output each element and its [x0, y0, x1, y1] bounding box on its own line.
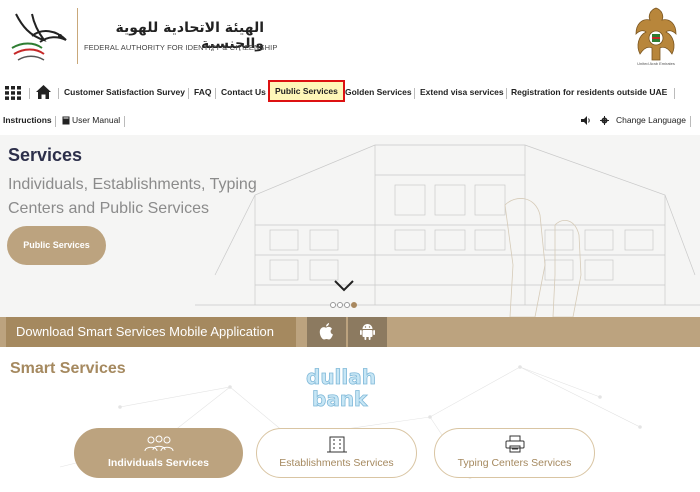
people-icon	[144, 435, 173, 452]
emblem-caption: United Arab Emirates	[637, 61, 675, 66]
nav-separator	[124, 116, 125, 127]
home-icon[interactable]	[35, 84, 52, 100]
nav-golden-services[interactable]: Golden Services	[345, 87, 412, 97]
printer-icon	[505, 435, 524, 453]
slide-dot[interactable]	[344, 302, 350, 308]
nav-contact-us[interactable]: Contact Us	[221, 87, 266, 97]
typing-centers-services-button[interactable]: Typing Centers Services	[434, 428, 595, 478]
nav-customer-satisfaction-survey[interactable]: Customer Satisfaction Survey	[64, 87, 185, 97]
individuals-services-button[interactable]: Individuals Services	[74, 428, 243, 478]
nav-instructions[interactable]: Instructions	[3, 115, 52, 125]
smart-services-section: Smart Services dullah bank Individuals S…	[0, 347, 700, 492]
nav-faq[interactable]: FAQ	[194, 87, 211, 97]
nav-separator	[29, 88, 30, 99]
establishments-services-button[interactable]: Establishments Services	[256, 428, 417, 478]
app-store-button[interactable]	[307, 317, 346, 347]
nav-separator	[506, 88, 507, 99]
chevron-down-icon[interactable]	[334, 280, 354, 292]
slide-dot[interactable]	[330, 302, 336, 308]
hero-banner: Services Individuals, Establishments, Ty…	[0, 135, 700, 317]
nav-separator	[215, 88, 216, 99]
nav-separator	[674, 88, 675, 99]
android-icon	[360, 324, 375, 340]
nav-separator	[414, 88, 415, 99]
primary-nav: Customer Satisfaction Survey FAQ Contact…	[0, 80, 700, 107]
book-icon	[62, 116, 70, 125]
nav-public-services[interactable]: Public Services	[268, 80, 345, 102]
apple-icon	[319, 323, 333, 340]
google-play-button[interactable]	[348, 317, 387, 347]
hero-title: Services	[8, 145, 83, 165]
secondary-nav: Instructions User Manual Change Language	[0, 110, 700, 132]
nav-registration-outside-uae[interactable]: Registration for residents outside UAE	[511, 87, 667, 97]
watermark-logo: dullah bank	[306, 365, 377, 410]
download-app-bar: Download Smart Services Mobile Applicati…	[0, 317, 700, 347]
smart-services-title: Smart Services	[10, 360, 126, 377]
nav-separator	[188, 88, 189, 99]
establishments-services-label: Establishments Services	[279, 457, 394, 469]
svg-text:dullah: dullah	[306, 365, 376, 389]
slide-dot-active[interactable]	[351, 302, 357, 308]
nav-user-manual[interactable]: User Manual	[72, 115, 120, 125]
download-title-box: Download Smart Services Mobile Applicati…	[6, 317, 296, 347]
public-services-button[interactable]: Public Services	[7, 226, 106, 265]
hero-subtitle: Individuals, Establishments, Typing Cent…	[8, 176, 257, 217]
falcon-logo-icon[interactable]	[8, 6, 78, 64]
speaker-icon[interactable]	[581, 116, 591, 125]
nav-extend-visa-services[interactable]: Extend visa services	[420, 87, 504, 97]
english-org-name: FEDERAL AUTHORITY FOR IDENTITY & CITIZEN…	[84, 43, 278, 52]
grid-menu-icon[interactable]	[5, 86, 21, 100]
gear-icon[interactable]	[600, 116, 609, 125]
download-title: Download Smart Services Mobile Applicati…	[16, 324, 274, 339]
site-header: الهيئة الاتحادية للهوية والجنسية FEDERAL…	[0, 0, 700, 80]
nav-change-language[interactable]: Change Language	[616, 115, 686, 125]
slide-dot[interactable]	[337, 302, 343, 308]
nav-separator	[690, 116, 691, 127]
individuals-services-label: Individuals Services	[108, 457, 209, 469]
building-sketch-illustration	[195, 144, 700, 317]
svg-text:bank: bank	[312, 387, 368, 410]
typing-centers-services-label: Typing Centers Services	[457, 457, 572, 469]
nav-separator	[58, 88, 59, 99]
nav-separator	[55, 116, 56, 127]
logo-divider	[77, 8, 78, 64]
building-icon	[326, 436, 347, 453]
